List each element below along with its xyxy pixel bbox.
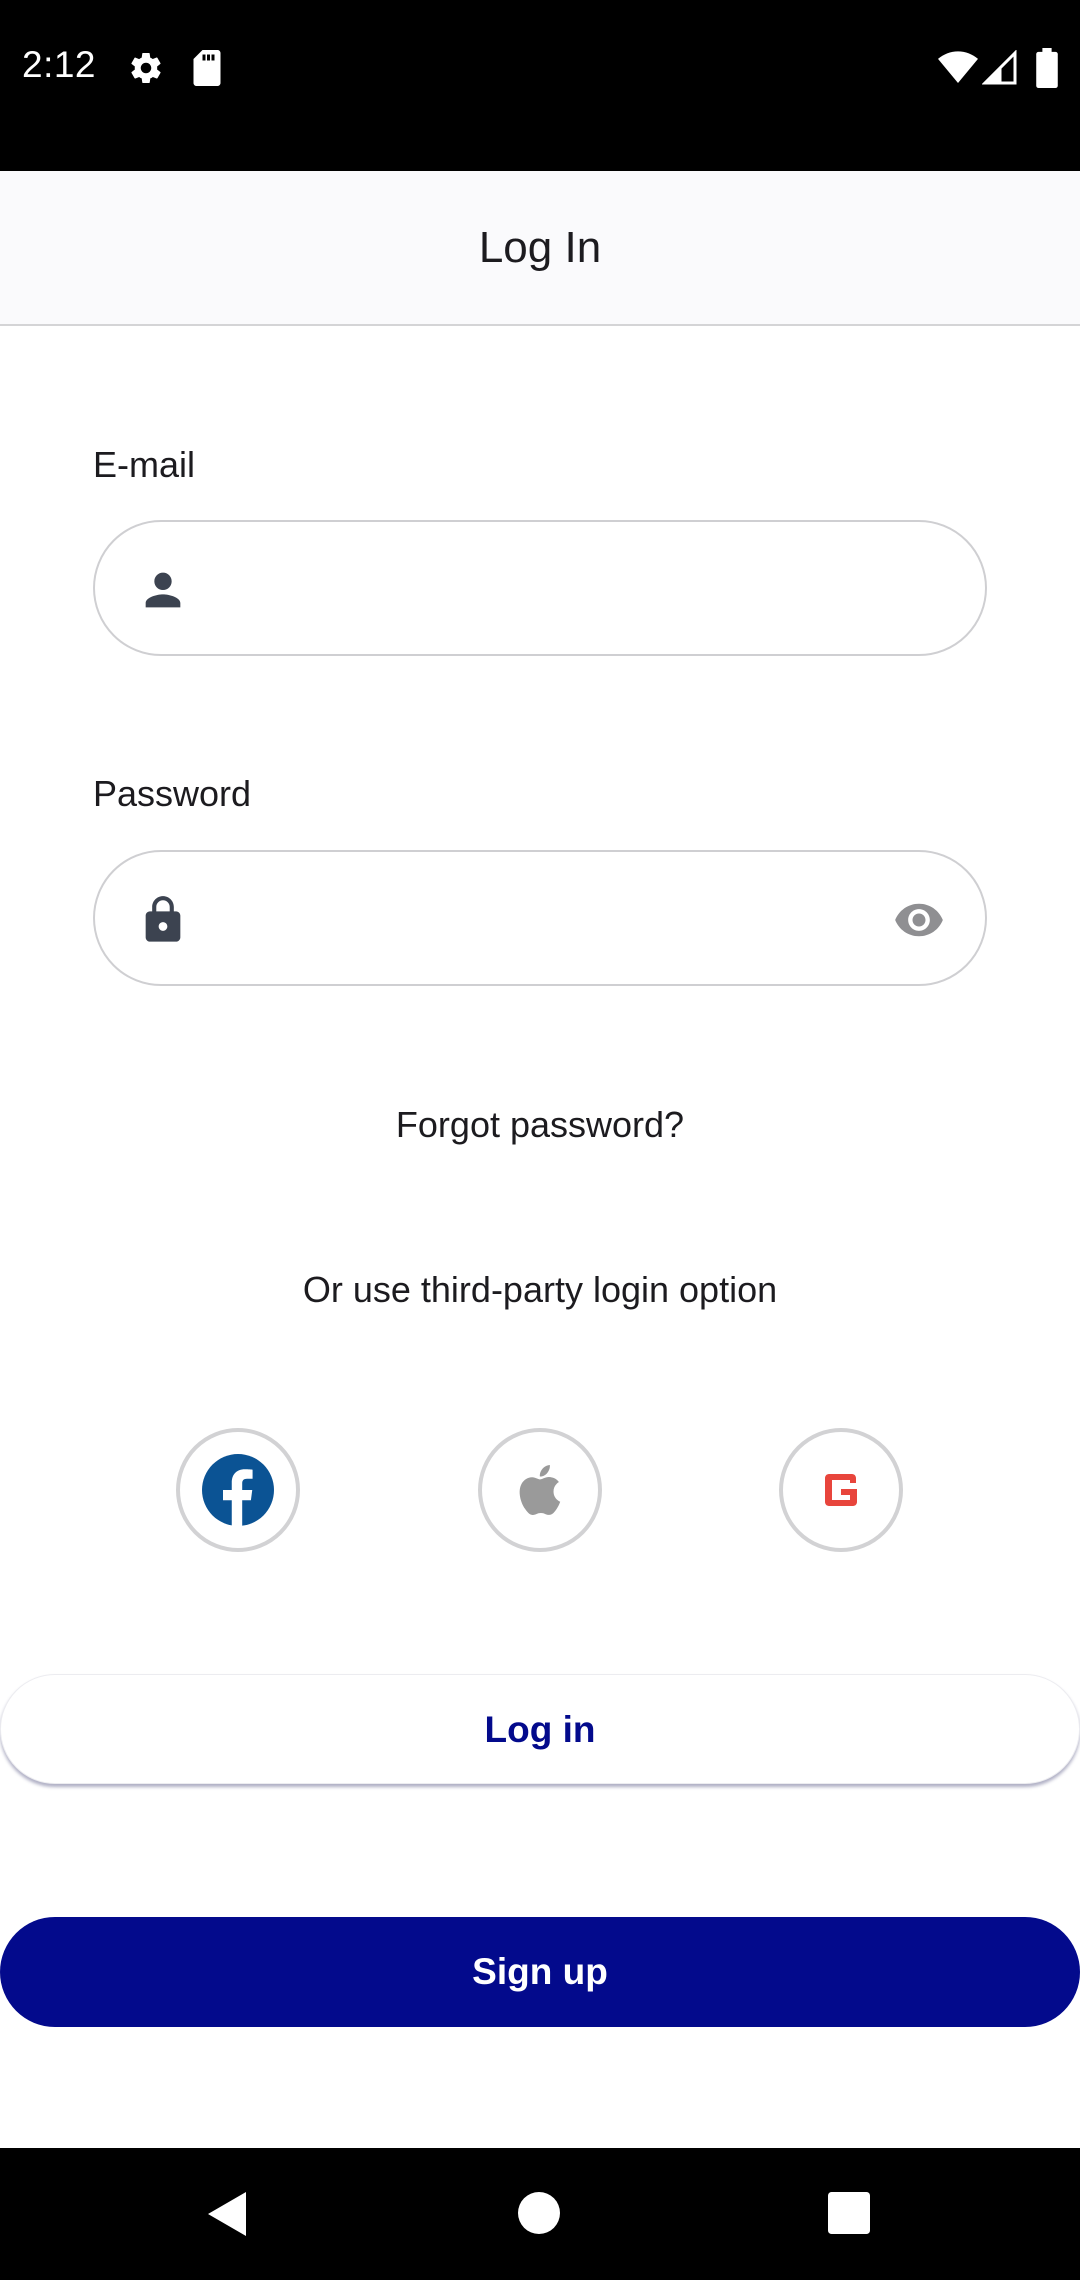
eye-icon[interactable] [887,894,951,946]
signal-icon [982,50,1017,85]
battery-icon [1036,48,1058,88]
login-button-label: Log in [484,1709,596,1750]
signup-button[interactable]: Sign up [0,1917,1080,2027]
email-label: E-mail [93,444,196,485]
password-field[interactable] [93,850,987,986]
lock-icon [145,896,181,942]
wifi-icon [938,51,978,83]
apple-login-button[interactable] [478,1428,602,1552]
back-icon[interactable] [204,2190,248,2238]
navigation-bar [0,2148,1080,2280]
settings-icon [131,53,161,84]
third-party-label: Or use third-party login option [302,1269,778,1310]
password-label: Password [93,773,252,814]
forgot-password-link[interactable]: Forgot password? [0,1104,1080,1146]
person-icon [145,572,181,608]
facebook-icon [202,1454,274,1526]
email-field[interactable] [93,520,987,656]
page-title: Log In [478,223,602,272]
signup-button-label: Sign up [472,1951,608,1992]
google-icon [825,1474,857,1506]
apple-icon [519,1465,561,1516]
status-bar: 2:12 [0,0,1080,171]
app-bar: Log In [0,171,1080,326]
recents-icon[interactable] [828,2192,870,2234]
sd-card-icon [193,50,221,86]
facebook-login-button[interactable] [176,1428,300,1552]
google-login-button[interactable] [779,1428,903,1552]
home-icon[interactable] [518,2192,560,2234]
login-button[interactable]: Log in [0,1674,1080,1784]
status-time: 2:12 [22,44,97,85]
